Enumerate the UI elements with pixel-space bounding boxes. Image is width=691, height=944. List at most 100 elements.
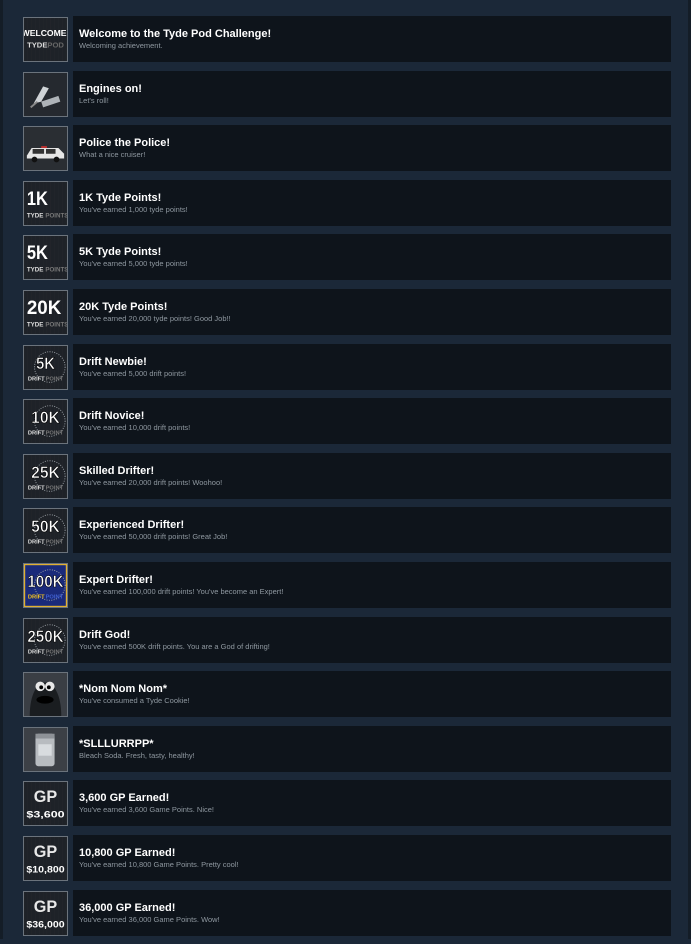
icon-line-1: 5K [27,243,48,264]
svg-text:TYDEPOD: TYDEPOD [27,41,64,50]
achievement-title: 36,000 GP Earned! [79,901,176,914]
icon-line-2: TYDE [27,321,44,328]
achievement-card: 36,000 GP Earned! You've earned 36,000 Ga… [73,889,671,936]
icon-line-2: DRIFT [28,594,45,600]
icon-line-2b: POINT [46,594,64,600]
tyde-points-icon: 5K TYDE POINTS [23,235,68,281]
achievement-description: You've earned 50,000 drift points! Great… [79,532,228,542]
achievement-description: You've earned 1,000 tyde points! [79,204,188,214]
icon-line-2b: POINTS [45,267,67,274]
achievement-title: Drift Novice! [79,410,145,423]
icon-line-2: $3,600 [26,810,64,821]
achievement-description: Bleach Soda. Fresh, tasty, healthy! [79,750,195,760]
achievement-description: You've earned 3,600 Game Points. Nice! [79,805,214,815]
achievement-description: You've earned 20,000 drift points! Wooho… [79,477,223,487]
achievement-row: GP $3,600 3,600 GP Earned! You've earned 3,… [21,780,671,827]
achievement-card: Drift Newbie! You've earned 5,000 drift p… [73,343,671,390]
achievement-card: 5K Tyde Points! You've earned 5,000 tyde … [73,234,671,281]
icon-line-1: GP [34,898,58,916]
icon-line-2b: POD [47,41,64,50]
icon-line-1: WELCOME! [24,28,67,38]
achievement-title: Engines on! [79,82,142,95]
achievement-row: 100K DRIFTPOINT Expert Drifter! You've earn… [21,561,671,608]
icon-line-2b: POINT [46,649,64,655]
icon-line-2b: POINT [46,540,64,546]
cookie-monster-icon [23,672,68,718]
svg-text:DRIFTPOINT: DRIFTPOINT [28,431,64,437]
achievement-title: *SLLLURRPP* [79,737,154,750]
achievement-title: 3,600 GP Earned! [79,792,170,805]
achievement-row: 5K DRIFTPOINT Drift Newbie! You've earned 5… [21,343,671,390]
icon-line-2: TYDE [27,212,44,219]
drift-points-icon: 50K DRIFTPOINT [23,508,68,554]
achievement-row: 50K DRIFTPOINT Experienced Drifter! You've … [21,507,671,554]
achievement-description: Let's roll! [79,95,109,105]
icon-line-1: 50K [31,518,60,536]
icon-line-1: 25K [31,464,60,482]
icon-line-1: 100K [27,573,64,591]
achievement-list: WELCOME! TYDEPOD Welcome to the Tyde Pod C… [21,16,671,944]
game-points-icon: GP $3,600 [23,781,68,827]
icon-line-2b: POINTS [45,212,67,219]
icon-line-2b: POINT [46,376,64,382]
achievement-title: Skilled Drifter! [79,464,155,477]
achievement-card: Expert Drifter! You've earned 100,000 dri… [73,561,671,608]
achievement-row: Police the Police! What a nice cruiser! [21,125,671,172]
icon-line-2b: POINTS [45,321,67,328]
achievement-row: 25K DRIFTPOINT Skilled Drifter! You've earn… [21,452,671,499]
drift-points-icon: 10K DRIFTPOINT [23,399,68,445]
achievement-description: You've earned 100,000 drift points! You'… [79,586,284,596]
svg-text:TYDEPOINTS: TYDE POINTS [27,321,67,328]
achievement-description: What a nice cruiser! [79,150,146,160]
achievement-description: You've earned 500K drift points. You are… [79,641,270,651]
svg-text:DRIFTPOINT: DRIFTPOINT [28,649,64,655]
icon-line-2: DRIFT [28,485,45,491]
icon-line-1: 20K [27,298,62,319]
achievement-card: 1K Tyde Points! You've earned 1,000 tyde … [73,179,671,226]
icon-line-2: TYDE [27,267,44,274]
achievement-title: *Nom Nom Nom* [79,683,168,696]
achievement-row: *Nom Nom Nom* You've consumed a Tyde Cook… [21,671,671,718]
achievement-row: 1K TYDE POINTS 1K Tyde Points! You've earned… [21,179,671,226]
achievement-row: 10K DRIFTPOINT Drift Novice! You've earned … [21,398,671,445]
achievement-card: 20K Tyde Points! You've earned 20,000 tyd… [73,288,671,335]
achievement-card: *Nom Nom Nom* You've consumed a Tyde Cook… [73,671,671,718]
achievement-row: WELCOME! TYDEPOD Welcome to the Tyde Pod C… [21,16,671,62]
achievement-card: Drift God! You've earned 500K drift point… [73,616,671,663]
achievement-title: Drift God! [79,628,131,641]
achievement-title: Drift Newbie! [79,355,147,368]
achievement-title: Police the Police! [79,137,171,150]
svg-text:DRIFTPOINT: DRIFTPOINT [28,540,64,546]
game-points-icon: GP $10,800 [23,835,68,881]
achievement-row: GP $10,800 10,800 GP Earned! You've earned … [21,834,671,881]
achievement-row: GP $36,000 36,000 GP Earned! You've earned … [21,889,671,936]
achievement-description: You've earned 20,000 tyde points! Good J… [79,313,231,323]
achievement-description: You've earned 36,000 Game Points. Wow! [79,914,220,924]
achievement-card: Experienced Drifter! You've earned 50,000… [73,507,671,554]
icon-line-2: $36,000 [26,919,64,930]
svg-text:DRIFTPOINT: DRIFTPOINT [28,485,64,491]
icon-line-1: 10K [31,409,60,427]
achievement-description: You've consumed a Tyde Cookie! [79,696,190,706]
icon-line-1: GP [34,788,58,806]
achievement-card: 10,800 GP Earned! You've earned 10,800 Ga… [73,834,671,881]
achievement-description: You've earned 5,000 tyde points! [79,259,188,269]
police-car-icon [23,126,68,172]
achievement-row: *SLLLURRPP* Bleach Soda. Fresh, tasty, he… [21,725,671,772]
achievement-row: Engines on! Let's roll! [21,70,671,117]
icon-line-2: DRIFT [28,431,45,437]
tyde-points-icon: 1K TYDE POINTS [23,180,68,226]
achievement-card: Welcome to the Tyde Pod Challenge! Welcom… [73,16,671,62]
achievement-card: 3,600 GP Earned! You've earned 3,600 Game… [73,780,671,827]
icon-line-2: DRIFT [28,540,45,546]
achievement-description: You've earned 5,000 drift points! [79,368,187,378]
icon-line-2b: POINT [46,485,64,491]
icon-line-2: TYDE [27,41,47,50]
svg-text:DRIFTPOINT: DRIFTPOINT [28,594,64,600]
icon-line-2: DRIFT [28,376,45,382]
achievement-title: Expert Drifter! [79,573,153,586]
achievement-row: 20K TYDE POINTS 20K Tyde Points! You've earn… [21,288,671,335]
achievement-title: 10,800 GP Earned! [79,846,176,859]
tyde-points-icon: 20K TYDE POINTS [23,289,68,335]
achievement-description: Welcoming achievement. [79,41,163,50]
